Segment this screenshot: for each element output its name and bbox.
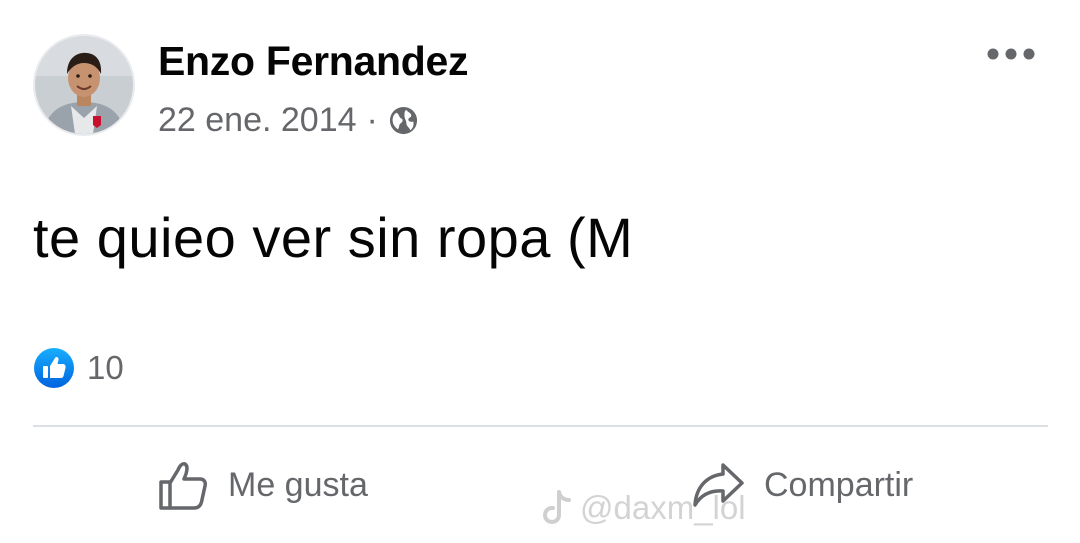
- share-arrow-icon: [693, 463, 744, 507]
- thumbs-up-outline-icon: [159, 462, 207, 510]
- like-button-label: Me gusta: [228, 465, 368, 504]
- share-button[interactable]: Compartir: [690, 452, 913, 518]
- post-meta: 22 ene. 2014 ·: [158, 100, 419, 140]
- actions-divider: [33, 425, 1048, 427]
- share-button-label: Compartir: [764, 465, 914, 504]
- post-body-text: te quieo ver sin ropa (M: [33, 206, 634, 269]
- facebook-post: Enzo Fernandez 22 ene. 2014 · te quieo v…: [0, 0, 1080, 543]
- more-horizontal-icon: [987, 48, 1035, 60]
- reaction-count: 10: [87, 349, 124, 386]
- more-options-button[interactable]: [980, 36, 1042, 72]
- globe-icon: [388, 105, 419, 136]
- author-avatar[interactable]: [33, 34, 135, 136]
- reactions-summary[interactable]: 10: [33, 347, 124, 389]
- post-date[interactable]: 22 ene. 2014: [158, 101, 357, 140]
- tiktok-logo-icon: [543, 490, 571, 524]
- like-button[interactable]: Me gusta: [156, 452, 368, 518]
- like-reaction-icon: [34, 348, 74, 388]
- avatar-photo: [35, 36, 133, 134]
- meta-separator: ·: [366, 100, 378, 139]
- author-name[interactable]: Enzo Fernandez: [158, 38, 468, 85]
